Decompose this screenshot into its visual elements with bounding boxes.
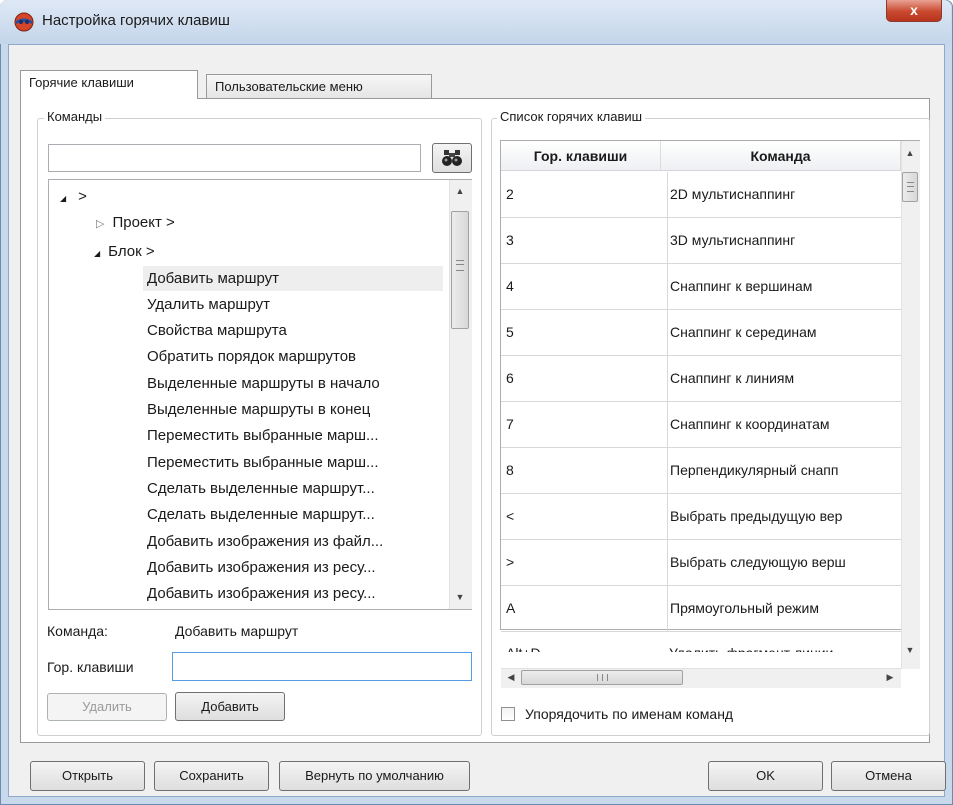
- command-cell: Перпендикулярный снапп: [667, 448, 904, 493]
- tree-item[interactable]: Сделать выделенные маршрут...: [147, 502, 375, 528]
- command-search-input[interactable]: [48, 144, 421, 172]
- table-row[interactable]: > Выбрать следующую верш: [501, 540, 901, 586]
- tree-scroll-thumb[interactable]: [451, 211, 469, 329]
- binoculars-icon: [442, 150, 462, 166]
- hotkey-cell: 3: [506, 232, 514, 248]
- ok-button[interactable]: OK: [708, 761, 823, 791]
- command-cell: Выбрать предыдущую вер: [667, 494, 904, 539]
- app-icon: [14, 12, 34, 32]
- table-vertical-scrollbar[interactable]: [901, 141, 920, 669]
- column-header-command[interactable]: Команда: [661, 141, 901, 171]
- hotkey-cell: A: [506, 600, 516, 616]
- table-row[interactable]: < Выбрать предыдущую вер: [501, 494, 901, 540]
- hotkeys-group-label: Список горячих клавиш: [497, 109, 646, 124]
- tree-item[interactable]: Добавить изображения из ресу...: [147, 581, 376, 607]
- grip-icon: [596, 674, 608, 681]
- collapse-arrow-icon[interactable]: ◢: [60, 194, 66, 203]
- command-cell: Снаппинг к линиям: [667, 356, 904, 401]
- table-row[interactable]: 5 Снаппинг к серединам: [501, 310, 901, 356]
- command-cell: Снаппинг к вершинам: [667, 264, 904, 309]
- collapse-arrow-icon[interactable]: ◢: [94, 249, 100, 258]
- table-hscroll-thumb[interactable]: [521, 670, 683, 685]
- find-button[interactable]: [432, 143, 472, 173]
- hotkey-input[interactable]: [172, 652, 472, 681]
- tree-node-root[interactable]: ◢ >: [60, 184, 87, 210]
- command-cell: 3D мультиснаппинг: [667, 218, 904, 263]
- window-title: Настройка горячих клавиш: [42, 12, 230, 29]
- table-row[interactable]: A Прямоугольный режим: [501, 586, 901, 632]
- delete-button[interactable]: Удалить: [47, 693, 167, 721]
- tree-item[interactable]: Выделенные маршруты в конец: [147, 397, 370, 423]
- close-button[interactable]: x: [886, 0, 942, 22]
- table-row[interactable]: Alt+D Удалить фрагмент линии: [501, 632, 901, 652]
- command-cell: Прямоугольный режим: [667, 586, 904, 631]
- command-cell: Снаппинг к серединам: [667, 310, 904, 355]
- table-row[interactable]: 4 Снаппинг к вершинам: [501, 264, 901, 310]
- hotkey-cell: 7: [506, 416, 514, 432]
- tree-item[interactable]: Сделать выделенные маршрут...: [147, 476, 375, 502]
- hotkey-cell: 4: [506, 278, 514, 294]
- tab-custom-menus[interactable]: Пользовательские меню: [206, 74, 432, 100]
- hotkey-cell: 6: [506, 370, 514, 386]
- command-cell: Удалить фрагмент линии: [667, 638, 901, 652]
- table-row[interactable]: 3 3D мультиснаппинг: [501, 218, 901, 264]
- table-row[interactable]: 2 2D мультиснаппинг: [501, 172, 901, 218]
- hotkey-cell: 8: [506, 462, 514, 478]
- hotkey-cell: 2: [506, 186, 514, 202]
- grip-icon: [456, 260, 464, 271]
- scroll-up-arrow-icon[interactable]: ▲: [901, 148, 919, 158]
- reset-defaults-button[interactable]: Вернуть по умолчанию: [279, 761, 470, 791]
- add-button[interactable]: Добавить: [175, 692, 285, 721]
- tree-item[interactable]: Удалить маршрут: [147, 292, 270, 318]
- sort-by-command-checkbox[interactable]: [501, 707, 515, 721]
- tree-node-block[interactable]: ◢ Блок >: [94, 239, 155, 265]
- table-scroll-thumb[interactable]: [902, 172, 918, 202]
- commands-group-label: Команды: [44, 109, 106, 124]
- hotkey-cell: <: [506, 508, 515, 524]
- tree-item[interactable]: Добавить изображения из ресу...: [147, 555, 376, 581]
- table-row[interactable]: 7 Снаппинг к координатам: [501, 402, 901, 448]
- save-button[interactable]: Сохранить: [154, 761, 269, 791]
- tab-hotkeys[interactable]: Горячие клавиши: [20, 70, 198, 99]
- column-header-hotkey[interactable]: Гор. клавиши: [501, 141, 661, 171]
- table-row[interactable]: 8 Перпендикулярный снапп: [501, 448, 901, 494]
- tree-item[interactable]: Свойства маршрута: [147, 318, 287, 344]
- command-label: Команда:: [47, 623, 108, 639]
- table-row[interactable]: 6 Снаппинг к линиям: [501, 356, 901, 402]
- tree-item[interactable]: Выделенные маршруты в начало: [147, 371, 380, 397]
- scroll-up-arrow-icon[interactable]: ▲: [449, 186, 471, 196]
- scroll-left-arrow-icon[interactable]: ◀: [505, 672, 517, 683]
- tree-item[interactable]: Добавить изображения из файл...: [147, 529, 383, 555]
- sort-by-command-label[interactable]: Упорядочить по именам команд: [525, 706, 733, 722]
- tree-item[interactable]: Добавить маршрут: [147, 266, 279, 292]
- tree-item[interactable]: Переместить выбранные марш...: [147, 450, 378, 476]
- open-button[interactable]: Открыть: [30, 761, 145, 791]
- hotkey-cell: Alt+D: [506, 638, 541, 652]
- expand-arrow-icon[interactable]: ▷: [96, 218, 104, 230]
- grip-icon: [906, 182, 914, 192]
- tree-item[interactable]: Переместить выбранные марш...: [147, 423, 378, 449]
- title-bar[interactable]: Настройка горячих клавиш: [0, 0, 951, 44]
- command-value: Добавить маршрут: [175, 623, 299, 639]
- hotkey-cell: >: [506, 554, 515, 570]
- tree-item[interactable]: Обратить порядок маршрутов: [147, 344, 356, 370]
- scroll-down-arrow-icon[interactable]: ▼: [449, 592, 471, 602]
- scroll-right-arrow-icon[interactable]: ▶: [884, 672, 896, 683]
- hotkey-cell: 5: [506, 324, 514, 340]
- cancel-button[interactable]: Отмена: [831, 761, 946, 791]
- command-cell: Снаппинг к координатам: [667, 402, 904, 447]
- hotkey-label: Гор. клавиши: [47, 659, 134, 675]
- command-cell: 2D мультиснаппинг: [667, 172, 904, 217]
- tree-node-project[interactable]: ▷ Проект >: [96, 210, 175, 236]
- command-cell: Выбрать следующую верш: [667, 540, 904, 585]
- scroll-down-arrow-icon[interactable]: ▼: [901, 645, 919, 655]
